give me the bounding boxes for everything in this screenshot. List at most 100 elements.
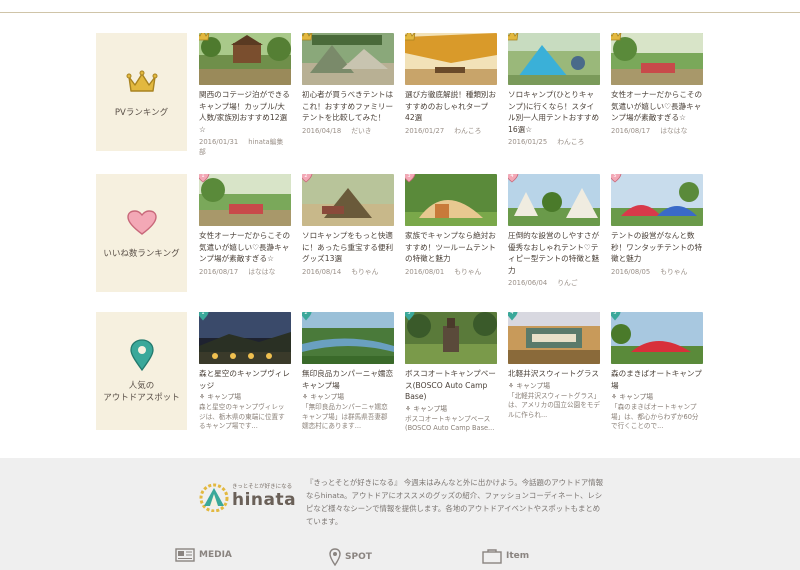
article-date: 2016/08/14 [302,267,342,276]
svg-text:4: 4 [510,312,513,316]
spot-card[interactable]: 2 無印良品カンパーニャ嬬恋キャンプ場 ⚘ キャンプ場 「無印良品カンパーニャ嬬… [302,312,394,432]
article-thumbnail[interactable]: 5 [611,174,703,226]
article-card[interactable]: 2 ソロキャンプをもっと快適に！あったら重宝する便利グッズ13選 2016/08… [302,174,394,277]
spot-thumbnail[interactable]: 2 [302,312,394,364]
svg-text:2: 2 [304,174,307,179]
spot-title[interactable]: 森と星空のキャンプヴィレッジ [199,368,291,391]
pv-ranking-header[interactable]: PVランキング [96,33,187,151]
article-card[interactable]: ソロキャンプ(ひとりキャンプ)に行くなら！スタイル別一人用テントおすすめ16選☆… [508,33,600,147]
article-card[interactable]: 4 圧倒的な設営のしやすさが優秀なおしゃれテント♡ティピー型テントの特徴と魅力 … [508,174,600,288]
article-thumbnail[interactable]: 4 [508,174,600,226]
article-card[interactable]: 5 テントの設営がなんと数秒！ワンタッチテントの特徴と魅力 2016/08/05… [611,174,703,277]
spot-thumbnail[interactable]: 3 [405,312,497,364]
article-date: 2016/08/05 [611,267,651,276]
article-title[interactable]: 女性オーナーだからこその気遣いが嬉しい♡長瀞キャンプ場が素敵すぎる☆ [611,89,703,124]
spot-title[interactable]: 無印良品カンパーニャ嬬恋キャンプ場 [302,368,394,391]
spot-category-tag: ⚘ キャンプ場 [611,393,654,401]
article-thumbnail[interactable] [302,33,394,85]
article-author[interactable]: もりゃん [351,268,378,276]
svg-text:5: 5 [613,174,616,179]
article-title[interactable]: 関西のコテージ泊ができるキャンプ場！カップル/大人数/家族別おすすめ12選☆ [199,89,291,135]
article-meta: 2016/08/17 はなはな [199,267,291,277]
article-card[interactable]: 関西のコテージ泊ができるキャンプ場！カップル/大人数/家族別おすすめ12選☆ 2… [199,33,291,157]
article-author[interactable]: もりゃん [454,268,481,276]
spot-category-tag: ⚘ キャンプ場 [405,404,448,413]
spot-category-tag: ⚘ キャンプ場 [199,393,242,401]
spot-description: 「無印良品カンパーニャ嬬恋キャンプ場」は群馬県吾妻郡嬬恋村にあります... [302,403,388,430]
spot-thumbnail[interactable]: 5 [611,312,703,364]
likes-ranking-header[interactable]: いいね数ランキング [96,174,187,292]
rank-pin-icon: 5 [611,312,621,321]
article-thumbnail[interactable] [508,33,600,85]
spot-title[interactable]: 北軽井沢スウィートグラス [508,368,600,380]
top-divider [0,12,800,13]
spot-description: 「森のまきばオートキャンプ場」は、都心からわずか60分で行くことので... [611,403,699,430]
article-date: 2016/01/25 [508,138,548,146]
article-title[interactable]: 女性オーナーだからこその気遣いが嬉しい♡長瀞キャンプ場が素敵すぎる☆ [199,230,291,265]
rank-pin-icon: 2 [302,312,312,321]
article-card[interactable]: 女性オーナーだからこその気遣いが嬉しい♡長瀞キャンプ場が素敵すぎる☆ 2016/… [611,33,703,136]
article-title[interactable]: 家族でキャンプなら絶対おすすめ！ツールームテントの特徴と魅力 [405,230,497,265]
article-thumbnail[interactable]: 1 [199,174,291,226]
article-title[interactable]: ソロキャンプ(ひとりキャンプ)に行くなら！スタイル別一人用テントおすすめ16選☆ [508,89,600,135]
article-date: 2016/08/17 [611,126,651,135]
article-date: 2016/04/18 [302,126,342,135]
article-title[interactable]: テントの設営がなんと数秒！ワンタッチテントの特徴と魅力 [611,230,703,265]
article-meta: 2016/08/17 はなはな [611,126,703,136]
article-author[interactable]: はなはな [660,127,687,135]
rank-crown-icon [199,33,210,41]
spot-card[interactable]: 1 森と星空のキャンプヴィレッジ ⚘ キャンプ場 森と星空のキャンプヴィレッジは… [199,312,291,432]
article-author[interactable]: もりゃん [660,268,687,276]
article-meta: 2016/08/14 もりゃん [302,267,394,277]
shopping-bag-icon [482,549,502,564]
article-title[interactable]: 選び方徹底解説！種類別おすすめのおしゃれタープ42選 [405,89,497,124]
article-thumbnail[interactable]: 3 [405,174,497,226]
spot-card[interactable]: 5 森のまきばオートキャンプ場 ⚘ キャンプ場 「森のまきばオートキャンプ場」は… [611,312,703,432]
spot-card[interactable]: 4 北軽井沢スウィートグラス ⚘ キャンプ場 「北軽井沢スウィートグラス」は、ア… [508,312,600,420]
article-author[interactable]: わんころ [454,127,481,135]
article-meta: 2016/04/18 だいき [302,126,394,136]
spot-category-tag: ⚘ キャンプ場 [302,393,345,401]
article-title[interactable]: 圧倒的な設営のしやすさが優秀なおしゃれテント♡ティピー型テントの特徴と魅力 [508,230,600,276]
spot-title[interactable]: ボスコオートキャンプベース(BOSCO Auto Camp Base) [405,368,497,403]
article-card[interactable]: 初心者が買うべきテントはこれ！おすすめファミリーテントを比較してみた！ 2016… [302,33,394,136]
rank-pin-icon: 1 [199,312,209,321]
footer-nav-media-label: MEDIA [199,550,232,560]
footer-nav-item[interactable]: Item [482,548,529,564]
spot-title[interactable]: 森のまきばオートキャンプ場 [611,368,703,391]
footer-nav-item-label: Item [506,551,530,561]
article-meta: 2016/06/04 りんご [508,278,600,288]
article-date: 2016/08/01 [405,267,445,276]
crown-icon [125,65,159,99]
article-title[interactable]: 初心者が買うべきテントはこれ！おすすめファミリーテントを比較してみた！ [302,89,394,124]
article-author[interactable]: だいき [351,127,371,135]
article-date: 2016/01/31 [199,138,239,146]
spot-thumbnail[interactable]: 1 [199,312,291,364]
spot-thumbnail[interactable]: 4 [508,312,600,364]
heart-icon [125,206,159,240]
article-thumbnail[interactable] [405,33,497,85]
hinata-logo[interactable]: きっとそとが好きになる hinata [198,482,298,518]
article-thumbnail[interactable]: 2 [302,174,394,226]
article-author[interactable]: りんご [557,279,577,287]
article-author[interactable]: わんころ [557,138,584,146]
article-thumbnail[interactable] [199,33,291,85]
article-card[interactable]: 選び方徹底解説！種類別おすすめのおしゃれタープ42選 2016/01/27 わんこ… [405,33,497,136]
article-title[interactable]: ソロキャンプをもっと快適に！あったら重宝する便利グッズ13選 [302,230,394,265]
svg-text:3: 3 [407,312,410,316]
article-card[interactable]: 3 家族でキャンプなら絶対おすすめ！ツールームテントの特徴と魅力 2016/08… [405,174,497,277]
spot-card[interactable]: 3 ボスコオートキャンプベース(BOSCO Auto Camp Base) ⚘ … [405,312,497,434]
footer-nav-spot[interactable]: SPOT [329,548,372,566]
footer-nav-media[interactable]: MEDIA [175,548,232,562]
footer-description: 『きっとそとが好きになる』 今週末はみんなと外に出かけよう。今話題のアウトドア情… [306,478,604,526]
article-thumbnail[interactable] [611,33,703,85]
article-card[interactable]: 1 女性オーナーだからこその気遣いが嬉しい♡長瀞キャンプ場が素敵すぎる☆ 201… [199,174,291,277]
svg-text:2: 2 [304,312,307,316]
popular-spots-header[interactable]: 人気の アウトドアスポット [96,312,187,430]
rank-heart-icon: 4 [508,174,519,183]
article-meta: 2016/08/01 もりゃん [405,267,497,277]
rank-heart-icon: 1 [199,174,210,183]
spot-category-tag: ⚘ キャンプ場 [508,381,551,390]
rank-crown-icon [405,33,416,41]
article-author[interactable]: はなはな [248,268,275,276]
